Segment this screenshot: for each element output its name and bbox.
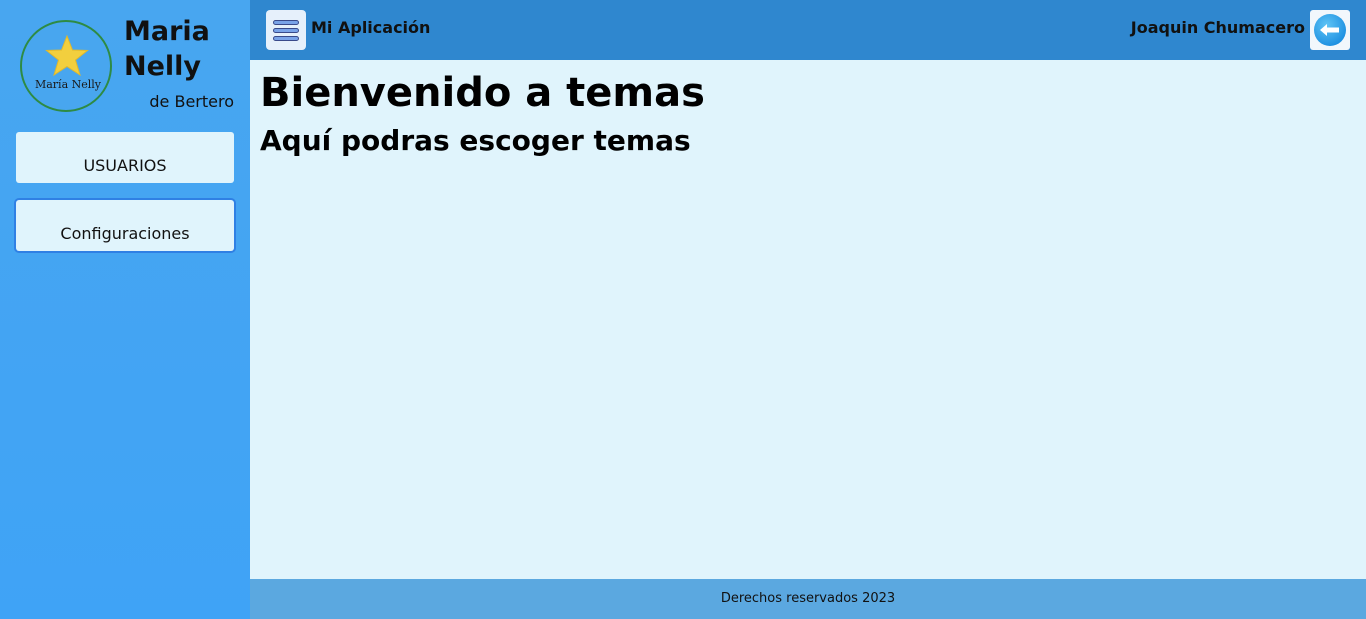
user-name: Joaquin Chumacero: [1130, 18, 1305, 37]
app-title: Mi Aplicación: [311, 18, 431, 37]
sidebar-item-label: Configuraciones: [60, 224, 190, 243]
sidebar-item-label: USUARIOS: [83, 156, 167, 175]
page-subtitle: Aquí podras escoger temas: [260, 124, 691, 157]
hamburger-line: [273, 28, 299, 33]
hamburger-line: [273, 36, 299, 41]
footer-text: Derechos reservados 2023: [720, 591, 896, 606]
sidebar-item-usuarios[interactable]: USUARIOS: [16, 132, 234, 183]
sidebar: María Nelly Maria Nelly de Bertero USUAR…: [0, 0, 250, 619]
main-content: Bienvenido a temas Aquí podras escoger t…: [250, 60, 1366, 579]
brand-title: Maria Nelly: [124, 16, 210, 82]
logout-button[interactable]: [1310, 10, 1350, 50]
logo-text: María Nelly: [34, 78, 102, 91]
sidebar-item-configuraciones[interactable]: Configuraciones: [16, 200, 234, 251]
logo: María Nelly: [20, 20, 112, 112]
hamburger-menu-icon: [273, 20, 299, 25]
arrow-left-circle-icon: [1314, 14, 1346, 46]
brand-subtitle: de Bertero: [149, 92, 234, 111]
menu-toggle-button[interactable]: [266, 10, 306, 50]
footer: Derechos reservados 2023: [250, 579, 1366, 619]
top-bar: Mi Aplicación Joaquin Chumacero: [250, 0, 1366, 60]
star-icon: [45, 34, 89, 77]
app-window: María Nelly Maria Nelly de Bertero USUAR…: [0, 0, 1366, 619]
page-title: Bienvenido a temas: [260, 70, 705, 116]
